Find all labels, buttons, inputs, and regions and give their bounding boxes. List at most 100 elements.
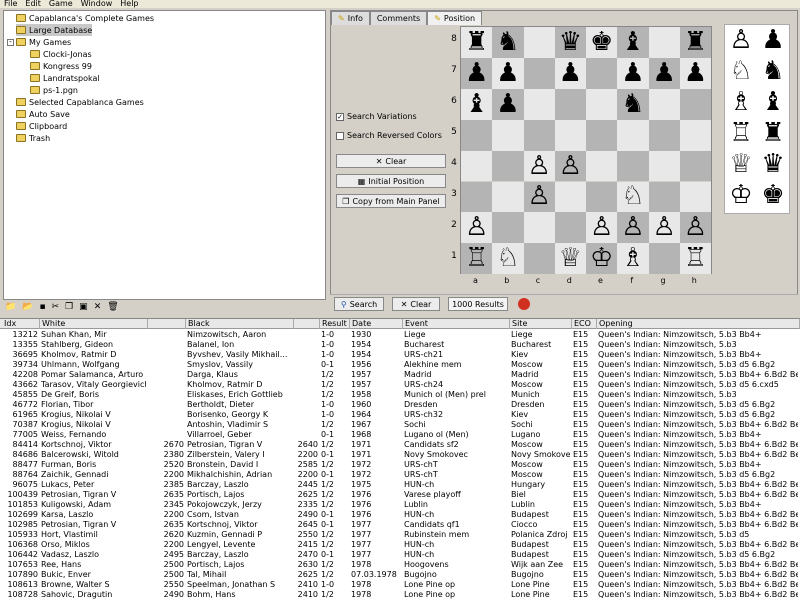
table-row[interactable]: 100439 Petrosian, Tigran V 2635 Portisch, L… (0, 490, 800, 500)
tree-item[interactable]: Clocki-Jonas (30, 48, 92, 60)
tree-item[interactable]: Auto Save (16, 108, 70, 120)
square-f4[interactable] (617, 150, 649, 182)
column-header[interactable]: ECO (572, 319, 597, 329)
square-a2[interactable]: ♙ (461, 212, 493, 244)
table-row[interactable]: 106442 Vadasz, Laszlo 2495 Barczay, Laszlo 2… (0, 550, 800, 560)
column-header[interactable]: Result (320, 319, 350, 329)
square-d8[interactable]: ♛ (554, 27, 586, 58)
square-d6[interactable] (554, 88, 586, 120)
square-b5[interactable] (492, 119, 524, 151)
delete-icon[interactable]: ✕ (94, 302, 102, 312)
table-row[interactable]: 70387 Krogius, Nikolai V Antoshin, Vladimi… (0, 420, 800, 430)
square-g6[interactable] (648, 88, 680, 120)
square-h4[interactable] (679, 150, 711, 182)
white-pawn-icon[interactable]: ♙ (527, 151, 550, 182)
square-g8[interactable] (648, 27, 680, 58)
black-king-icon[interactable]: ♚ (757, 180, 789, 211)
square-g1[interactable] (648, 243, 680, 275)
square-h6[interactable] (679, 88, 711, 120)
black-pawn-icon[interactable]: ♟ (757, 25, 789, 56)
square-c2[interactable] (523, 212, 555, 244)
new-folder-icon[interactable]: 📁 (5, 302, 16, 312)
black-rook-icon[interactable]: ♜ (465, 27, 488, 58)
search-reversed-checkbox[interactable]: Search Reversed Colors (336, 131, 442, 140)
square-e7[interactable] (586, 57, 618, 89)
square-b6[interactable]: ♟ (492, 89, 524, 120)
black-knight-icon[interactable]: ♞ (496, 27, 519, 58)
white-queen-icon[interactable]: ♕ (559, 243, 582, 274)
table-row[interactable]: 101853 Kuligowski, Adam 2345 Pokojowczyk, J… (0, 500, 800, 510)
black-knight-icon[interactable]: ♞ (757, 56, 789, 87)
black-pawn-icon[interactable]: ♟ (621, 58, 644, 89)
square-h1[interactable]: ♖ (679, 243, 711, 275)
black-pawn-icon[interactable]: ♟ (559, 58, 582, 89)
white-queen-icon[interactable]: ♕ (725, 149, 757, 180)
table-row[interactable]: 42208 Pomar Salamanca, Arturo Darga, Klaus… (0, 370, 800, 380)
square-g4[interactable] (648, 150, 680, 182)
column-header[interactable]: Site (510, 319, 572, 329)
table-row[interactable]: 102699 Karsa, Laszlo 2200 Csom, Istvan 2490 0… (0, 510, 800, 520)
square-a6[interactable]: ♝ (461, 89, 493, 120)
black-knight-icon[interactable]: ♞ (621, 89, 644, 120)
column-header[interactable]: Idx (2, 319, 40, 329)
tab-comments[interactable]: Comments (369, 11, 428, 25)
black-pawn-icon[interactable]: ♟ (684, 58, 707, 89)
square-f2[interactable]: ♙ (617, 212, 649, 244)
square-a5[interactable] (461, 119, 493, 151)
white-knight-icon[interactable]: ♘ (496, 243, 519, 274)
column-header[interactable]: Black (186, 319, 294, 329)
tree-item[interactable]: Trash (16, 132, 50, 144)
square-b2[interactable] (492, 212, 524, 244)
square-h3[interactable] (679, 181, 711, 213)
column-header[interactable]: Opening (597, 319, 800, 329)
column-header[interactable] (148, 319, 186, 329)
square-b3[interactable] (492, 181, 524, 213)
table-row[interactable]: 45855 De Greif, Boris Eliskases, Erich Got… (0, 390, 800, 400)
white-pawn-icon[interactable]: ♙ (621, 212, 644, 243)
square-c6[interactable] (523, 88, 555, 120)
square-f3[interactable]: ♘ (617, 181, 649, 213)
black-king-icon[interactable]: ♚ (590, 27, 613, 58)
tree-item[interactable]: Large Database (16, 24, 93, 36)
white-pawn-icon[interactable]: ♙ (652, 212, 675, 243)
table-row[interactable]: 105933 Hort, Vlastimil 2620 Kuzmin, Gennadi… (0, 530, 800, 540)
black-pawn-icon[interactable]: ♟ (652, 58, 675, 89)
square-g5[interactable] (648, 119, 680, 151)
stop-icon[interactable] (518, 298, 530, 310)
table-row[interactable]: 107653 Ree, Hans 2500 Portisch, Lajos 2630 1/… (0, 560, 800, 570)
column-header[interactable]: Event (403, 319, 510, 329)
table-row[interactable]: 46772 Florian, Tibor Bertholdt, Dieter 1-0 1… (0, 400, 800, 410)
square-d4[interactable]: ♙ (554, 151, 586, 182)
white-king-icon[interactable]: ♔ (725, 180, 757, 211)
white-pawn-icon[interactable]: ♙ (527, 181, 550, 212)
black-queen-icon[interactable]: ♛ (757, 149, 789, 180)
tree-item[interactable]: Selected Capablanca Games (16, 96, 144, 108)
square-g2[interactable]: ♙ (648, 212, 680, 244)
white-rook-icon[interactable]: ♖ (684, 243, 707, 274)
square-h7[interactable]: ♟ (679, 58, 711, 89)
white-knight-icon[interactable]: ♘ (621, 181, 644, 212)
square-f6[interactable]: ♞ (617, 89, 649, 120)
white-rook-icon[interactable]: ♖ (465, 243, 488, 274)
square-d2[interactable] (554, 212, 586, 244)
table-row[interactable]: 102985 Petrosian, Tigran V 2635 Kortschnoj,… (0, 520, 800, 530)
square-e3[interactable] (586, 181, 618, 213)
square-d3[interactable] (554, 181, 586, 213)
square-c1[interactable] (523, 243, 555, 275)
square-h2[interactable]: ♙ (679, 212, 711, 244)
square-b4[interactable] (492, 150, 524, 182)
menu-game[interactable]: Game (49, 0, 73, 8)
menu-file[interactable]: File (4, 0, 17, 8)
search-variations-checkbox[interactable]: ✓ Search Variations (336, 112, 417, 121)
menu-help[interactable]: Help (120, 0, 138, 8)
black-bishop-icon[interactable]: ♝ (465, 89, 488, 120)
white-pawn-icon[interactable]: ♙ (684, 212, 707, 243)
tree-item[interactable]: Clipboard (16, 120, 67, 132)
tree-item[interactable]: Landratspokal (30, 72, 100, 84)
trash-icon[interactable]: 🗑 (107, 302, 118, 312)
black-bishop-icon[interactable]: ♝ (757, 87, 789, 118)
search-button[interactable]: ⚲ Search (334, 297, 384, 311)
square-f7[interactable]: ♟ (617, 58, 649, 89)
square-e2[interactable]: ♙ (586, 212, 618, 244)
copy-icon[interactable]: ❐ (65, 302, 73, 312)
